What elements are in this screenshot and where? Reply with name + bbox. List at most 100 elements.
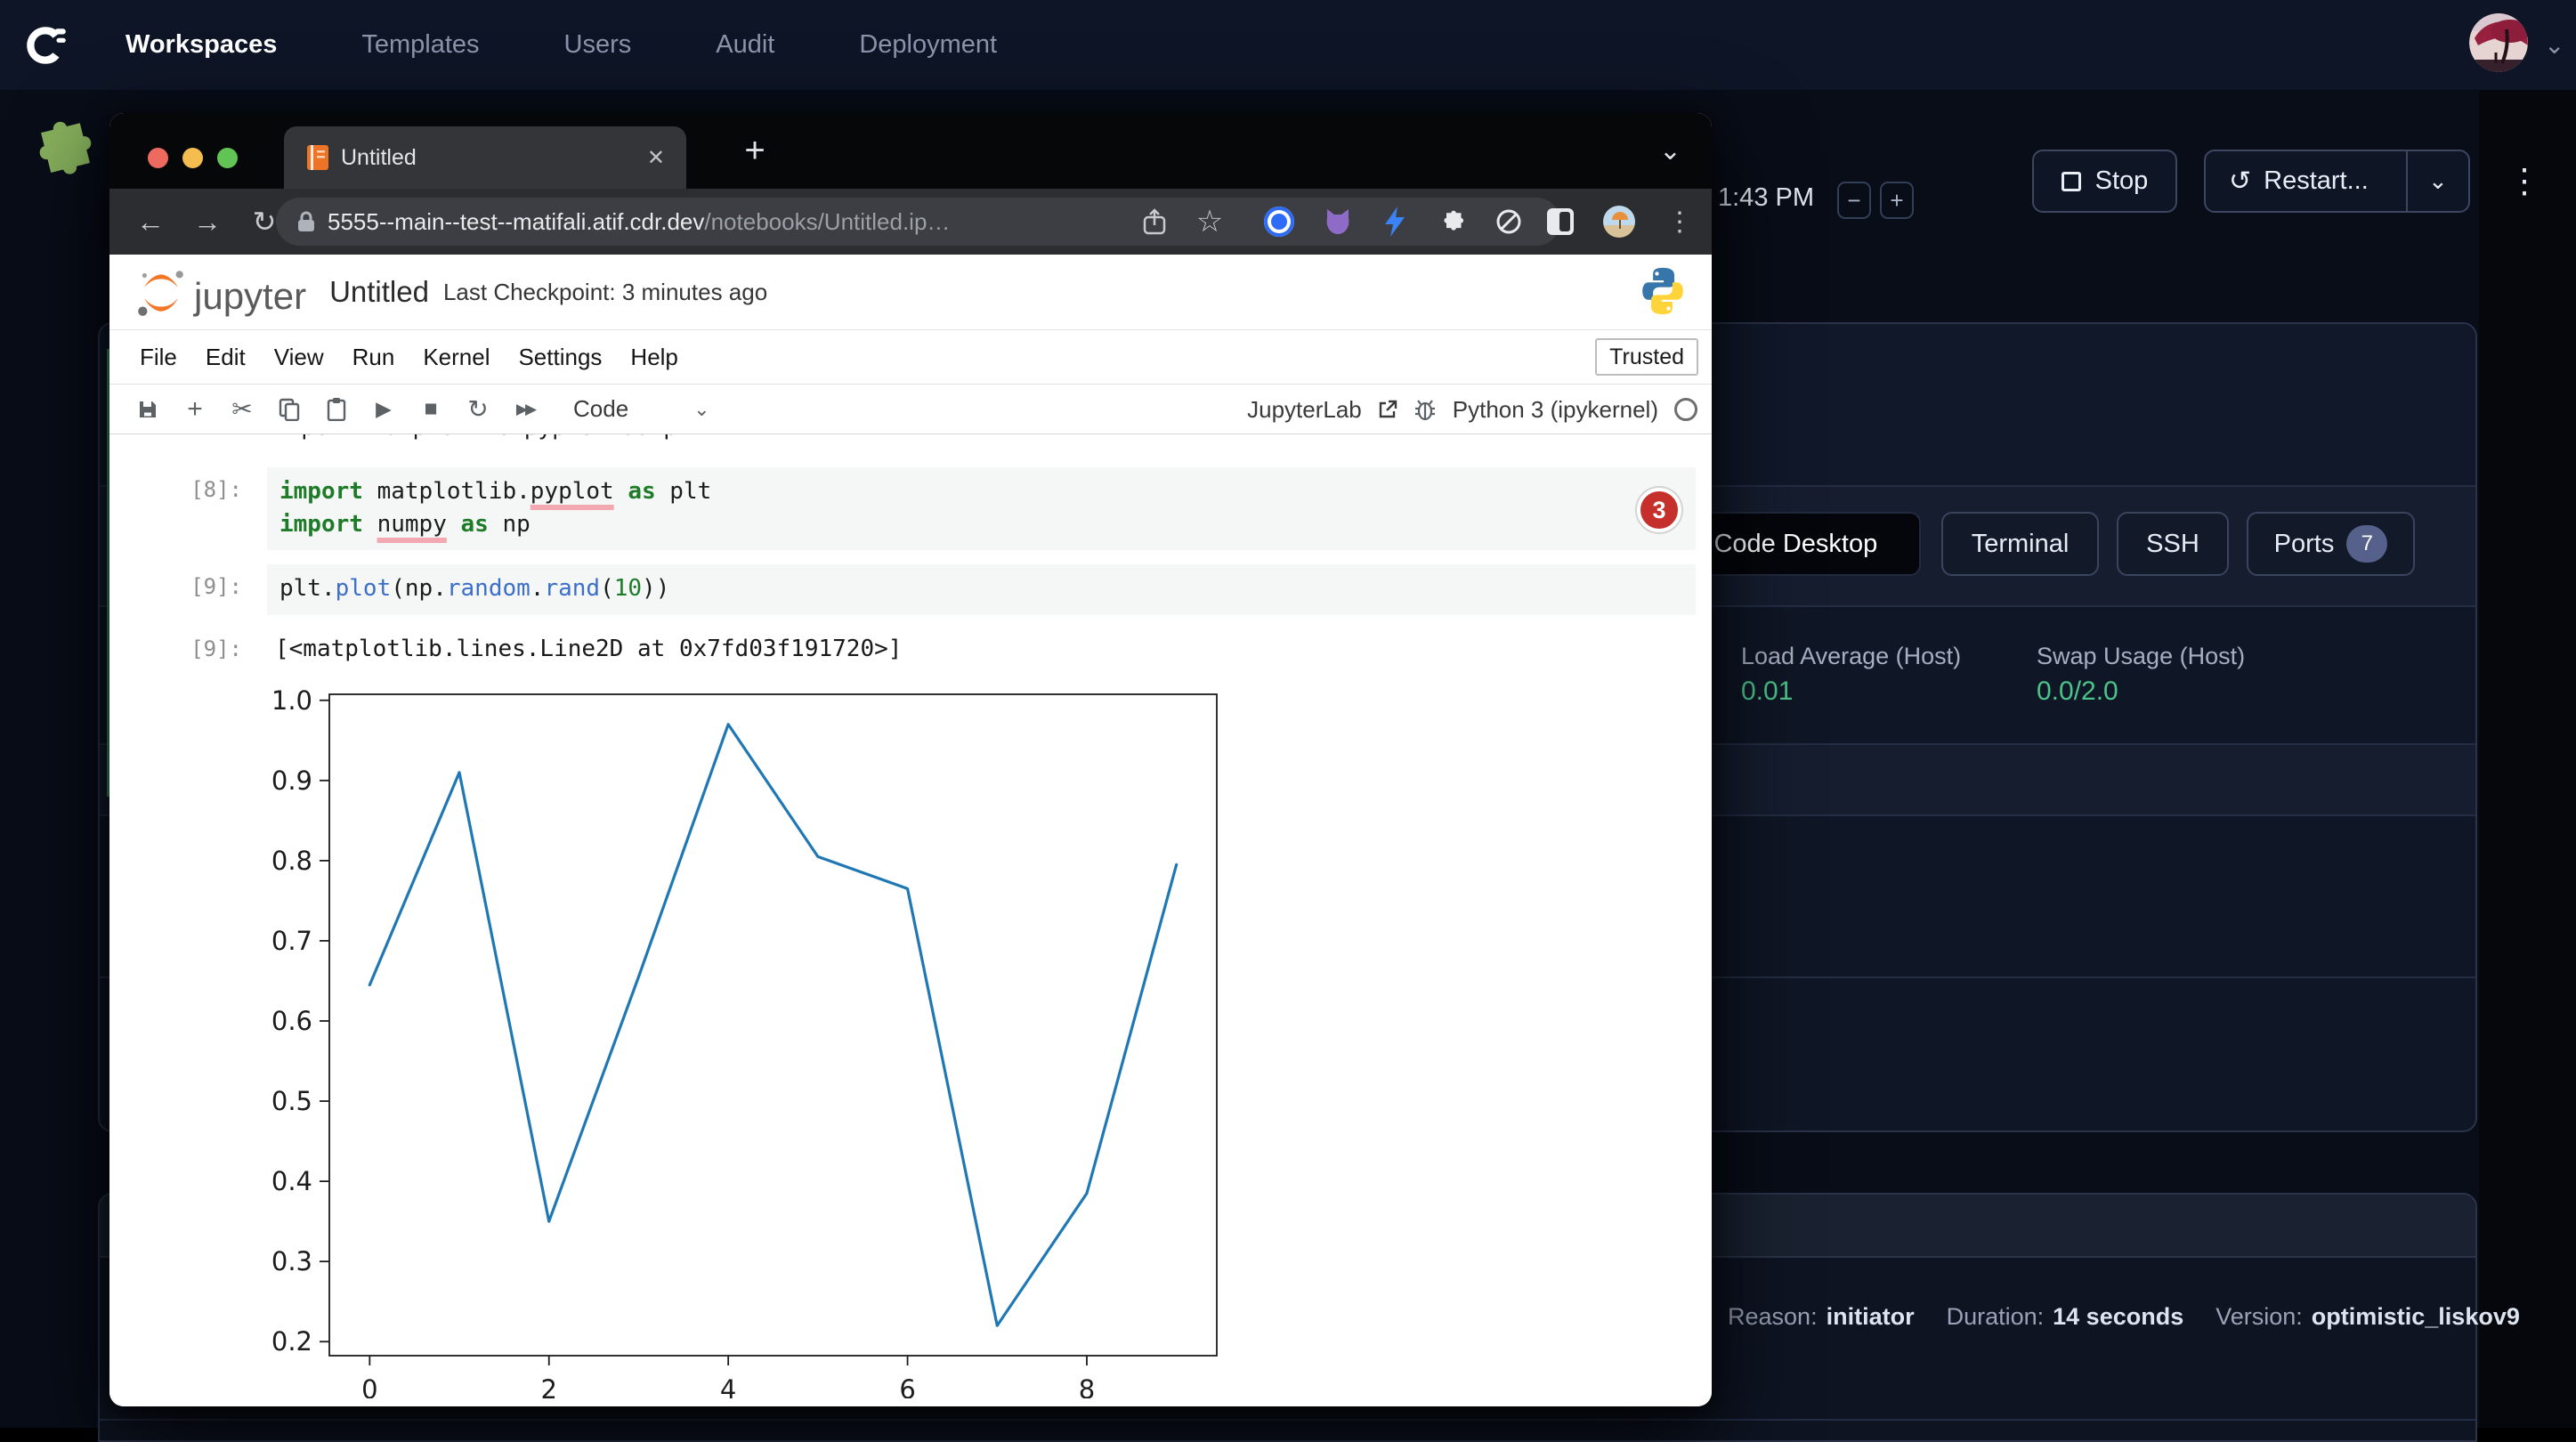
extensions-puzzle-icon[interactable] (1430, 189, 1473, 255)
restart-dropdown-chevron[interactable]: ⌄ (2406, 151, 2468, 211)
jupyter-wordmark: jupyter (194, 275, 306, 318)
lock-icon (297, 210, 315, 233)
svg-text:1.0: 1.0 (271, 686, 312, 716)
paste-cell-icon[interactable] (325, 398, 348, 421)
run-all-icon[interactable]: ▶▶ (514, 401, 537, 418)
back-icon[interactable]: ← (131, 189, 170, 255)
share-icon[interactable] (1133, 189, 1176, 255)
ports-count-badge: 7 (2346, 525, 2387, 563)
menu-kernel[interactable]: Kernel (423, 344, 490, 371)
svg-text:0.4: 0.4 (271, 1166, 312, 1196)
jupyter-header: jupyter Untitled Last Checkpoint: 3 minu… (109, 255, 1712, 330)
nav-item-users[interactable]: Users (564, 30, 632, 60)
nav-item-workspaces[interactable]: Workspaces (126, 30, 277, 60)
build-meta-row: Reason: initiator Duration: 14 seconds V… (1728, 1303, 2520, 1331)
kernel-name[interactable]: Python 3 (ipykernel) (1453, 396, 1658, 424)
run-cell-icon[interactable]: ▶ (372, 397, 395, 421)
svg-text:0.3: 0.3 (271, 1246, 312, 1276)
zoom-in-button[interactable]: + (1880, 182, 1914, 219)
restart-button-main[interactable]: ↺ Restart... (2206, 151, 2392, 211)
code-cell-8[interactable]: import matplotlib.pyplot as plt import n… (267, 467, 1696, 550)
zoom-out-button[interactable]: − (1837, 182, 1871, 219)
terminal-button[interactable]: Terminal (1941, 512, 2099, 576)
menu-run[interactable]: Run (352, 344, 395, 371)
browser-toolbar: ← → ↻ 5555--main--test--matifali.atif.cd… (109, 189, 1712, 255)
window-minimize-button[interactable] (182, 148, 203, 168)
debugger-bug-icon[interactable] (1414, 398, 1437, 421)
toolbar-right-cluster: JupyterLab Python 3 (ipykernel) (1247, 385, 1697, 434)
forward-icon[interactable]: → (188, 189, 227, 255)
version-label: Version: (2216, 1303, 2303, 1331)
window-maximize-button[interactable] (217, 148, 238, 168)
browser-menu-kebab-icon[interactable]: ⋮ (1658, 189, 1701, 255)
stop-workspace-button[interactable]: Stop (2032, 150, 2177, 213)
cell-type-chevron-icon[interactable]: ⌄ (693, 398, 709, 421)
ports-button[interactable]: Ports 7 (2247, 512, 2415, 576)
cut-cell-icon[interactable]: ✂ (231, 394, 254, 424)
menu-settings[interactable]: Settings (518, 344, 602, 371)
checkpoint-status: Last Checkpoint: 3 minutes ago (443, 279, 767, 306)
menu-view[interactable]: View (274, 344, 324, 371)
ssh-button[interactable]: SSH (2117, 512, 2229, 576)
trusted-button[interactable]: Trusted (1595, 338, 1698, 376)
scrolled-partial-cell: import matplotlib.pyplot as plt (273, 434, 1163, 444)
menu-edit[interactable]: Edit (206, 344, 246, 371)
interrupt-kernel-icon[interactable]: ■ (419, 396, 442, 422)
nav-item-templates[interactable]: Templates (361, 30, 479, 60)
jupyter-toolbar: + ✂ ▶ ■ ↻ ▶▶ Code ⌄ JupyterLab Python 3 … (109, 385, 1712, 434)
svg-text:6: 6 (899, 1374, 915, 1398)
top-nav-items: Workspaces Templates Users Audit Deploym… (126, 0, 997, 90)
svg-text:0.2: 0.2 (271, 1326, 312, 1357)
ports-label: Ports (2274, 530, 2335, 559)
menu-file[interactable]: File (140, 344, 177, 371)
jupyterlab-link[interactable]: JupyterLab (1247, 396, 1362, 424)
menu-help[interactable]: Help (630, 344, 677, 371)
duration-value: 14 seconds (2053, 1303, 2183, 1331)
load-average-value: 0.01 (1741, 676, 1793, 707)
save-icon[interactable] (136, 399, 159, 420)
bolt-extension-icon[interactable] (1373, 189, 1416, 255)
copy-cell-icon[interactable] (278, 398, 301, 421)
cell-prompt-9: [9]: (153, 574, 242, 599)
tab-search-chevron-icon[interactable]: ⌄ (1659, 113, 1681, 189)
tab-close-icon[interactable]: ✕ (647, 145, 665, 171)
profile-avatar[interactable] (1598, 189, 1640, 255)
gauge-extension-icon[interactable] (1487, 189, 1530, 255)
terminal-label: Terminal (1972, 530, 2070, 559)
user-avatar[interactable] (2469, 13, 2528, 72)
url-address-bar[interactable]: 5555--main--test--matifali.atif.cdr.dev/… (276, 198, 1560, 246)
workspace-menu-kebab-icon[interactable]: ⋮ (2503, 150, 2546, 213)
insert-cell-icon[interactable]: + (183, 394, 207, 425)
bookmark-star-icon[interactable]: ☆ (1188, 189, 1231, 255)
notebook-favicon (307, 145, 328, 170)
restart-button-label: Restart... (2264, 166, 2369, 196)
restart-workspace-button[interactable]: ↺ Restart... ⌄ (2204, 150, 2470, 213)
svg-text:8: 8 (1079, 1374, 1095, 1398)
cat-extension-icon[interactable] (1316, 189, 1359, 255)
cell-type-select[interactable]: Code (573, 395, 628, 423)
build-history-divider (100, 1419, 2475, 1421)
puzzle-piece-icon (17, 108, 107, 200)
new-tab-button[interactable]: + (733, 113, 777, 189)
external-link-icon[interactable] (1378, 400, 1397, 419)
swap-usage-label: Swap Usage (Host) (2037, 643, 2245, 670)
reason-label: Reason: (1728, 1303, 1818, 1331)
nav-item-audit[interactable]: Audit (716, 30, 774, 60)
window-close-button[interactable] (148, 148, 168, 168)
matplotlib-figure: 0.20.30.40.50.60.70.80.91.002468 (267, 686, 1246, 1398)
onepassword-extension-icon[interactable] (1258, 189, 1300, 255)
coder-logo-icon (21, 21, 69, 69)
notebook-title[interactable]: Untitled (329, 275, 429, 309)
code-cell-9[interactable]: plt.plot(np.random.rand(10)) (267, 564, 1696, 615)
url-host-text: 5555--main--test--matifali.atif.cdr.dev (328, 208, 704, 236)
nav-item-deployment[interactable]: Deployment (859, 30, 997, 60)
workspace-clock: 1:43 PM (1718, 183, 1814, 213)
notification-badge: 3 (1637, 488, 1681, 532)
browser-tab-untitled[interactable]: Untitled ✕ (284, 126, 686, 189)
duration-label: Duration: (1947, 1303, 2045, 1331)
darkreader-extension-icon[interactable] (1539, 189, 1582, 255)
svg-text:0.7: 0.7 (271, 926, 312, 956)
avatar-chevron-down-icon[interactable]: ⌄ (2544, 30, 2564, 60)
code-line-1: import matplotlib.pyplot as plt (279, 475, 1683, 508)
restart-kernel-icon[interactable]: ↻ (466, 394, 490, 424)
